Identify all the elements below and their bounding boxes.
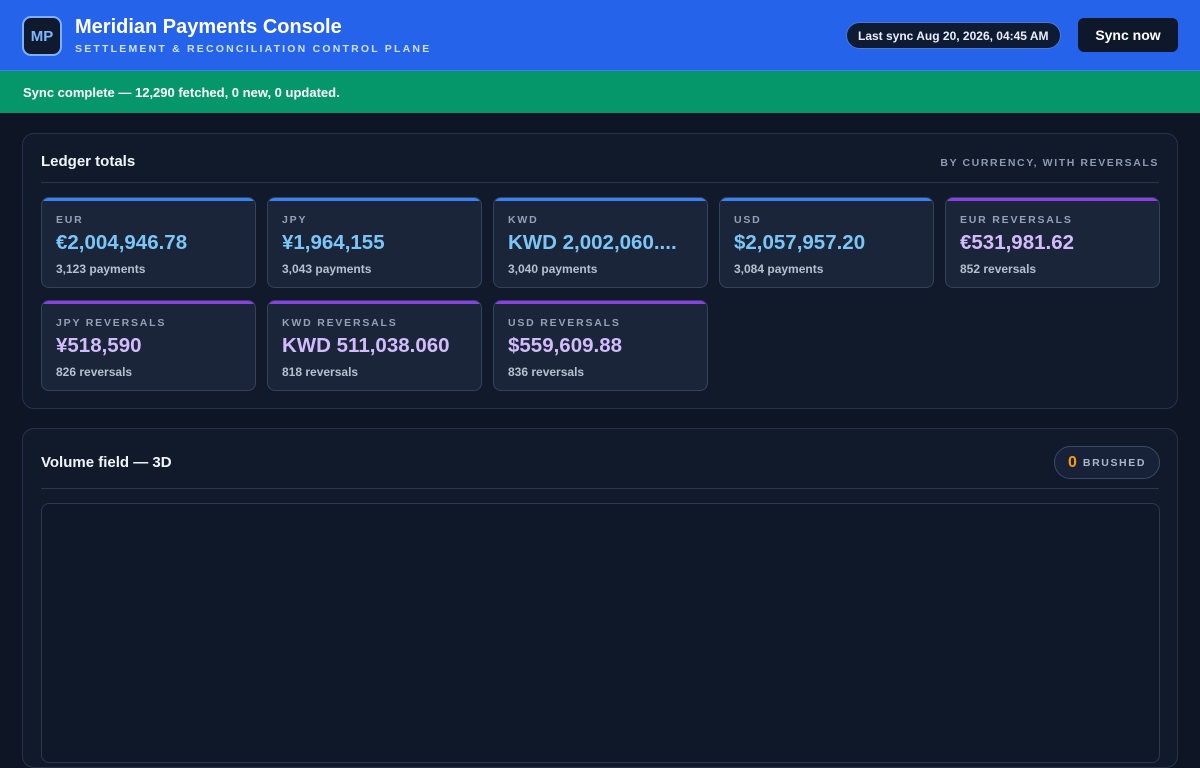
- card-label: KWD REVERSALS: [282, 317, 398, 329]
- card-accent-bar: [720, 198, 933, 201]
- ledger-totals-title: Ledger totals: [41, 153, 136, 170]
- app-header: MP Meridian Payments Console SETTLEMENT …: [0, 0, 1200, 71]
- ledger-card-usd: USD $2,057,957.20 3,084 payments: [719, 197, 934, 288]
- card-count: 3,043 payments: [282, 262, 372, 276]
- card-label: JPY: [282, 214, 308, 226]
- card-value: ¥1,964,155: [282, 231, 385, 254]
- app-logo: MP: [22, 16, 62, 56]
- card-label: EUR: [56, 214, 84, 226]
- card-count: 3,084 payments: [734, 262, 824, 276]
- ledger-card-jpy-reversals: JPY REVERSALS ¥518,590 826 reversals: [41, 300, 256, 391]
- card-count: 3,123 payments: [56, 262, 146, 276]
- card-accent-bar: [494, 198, 707, 201]
- panel-divider: [41, 182, 1159, 183]
- ledger-totals-meta: BY CURRENCY, WITH REVERSALS: [940, 157, 1159, 169]
- card-value: $2,057,957.20: [734, 231, 866, 254]
- card-accent-bar: [42, 198, 255, 201]
- ledger-card-jpy: JPY ¥1,964,155 3,043 payments: [267, 197, 482, 288]
- card-count: 3,040 payments: [508, 262, 598, 276]
- card-label: EUR REVERSALS: [960, 214, 1073, 226]
- card-value: KWD 2,002,060....: [508, 231, 677, 254]
- sync-status-message: Sync complete — 12,290 fetched, 0 new, 0…: [23, 84, 340, 100]
- app-title: Meridian Payments Console: [75, 16, 342, 38]
- card-count: 836 reversals: [508, 365, 585, 379]
- volume-field-title: Volume field — 3D: [41, 454, 172, 471]
- panel-divider: [41, 488, 1159, 489]
- ledger-totals-panel: Ledger totals BY CURRENCY, WITH REVERSAL…: [22, 133, 1178, 409]
- ledger-card-eur-reversals: EUR REVERSALS €531,981.62 852 reversals: [945, 197, 1160, 288]
- volume-field-panel: Volume field — 3D 0 BRUSHED: [22, 428, 1178, 768]
- sync-now-button[interactable]: Sync now: [1078, 18, 1178, 52]
- brushed-count: 0: [1067, 453, 1077, 471]
- card-label: USD: [734, 214, 762, 226]
- volume-3d-viewport[interactable]: [41, 503, 1160, 763]
- card-accent-bar: [268, 301, 481, 304]
- brushed-count-badge[interactable]: 0 BRUSHED: [1054, 446, 1160, 479]
- ledger-card-kwd: KWD KWD 2,002,060.... 3,040 payments: [493, 197, 708, 288]
- card-accent-bar: [268, 198, 481, 201]
- ledger-card-usd-reversals: USD REVERSALS $559,609.88 836 reversals: [493, 300, 708, 391]
- card-value: KWD 511,038.060: [282, 334, 450, 357]
- last-sync-badge: Last sync Aug 20, 2026, 04:45 AM: [846, 22, 1061, 49]
- card-count: 826 reversals: [56, 365, 133, 379]
- card-accent-bar: [42, 301, 255, 304]
- card-value: ¥518,590: [56, 334, 142, 357]
- card-value: €2,004,946.78: [56, 231, 188, 254]
- ledger-card-eur: EUR €2,004,946.78 3,123 payments: [41, 197, 256, 288]
- card-value: $559,609.88: [508, 334, 623, 357]
- card-count: 852 reversals: [960, 262, 1037, 276]
- brushed-label: BRUSHED: [1082, 456, 1147, 469]
- app-subtitle: SETTLEMENT & RECONCILIATION CONTROL PLAN…: [75, 43, 432, 55]
- card-label: KWD: [508, 214, 539, 226]
- card-label: USD REVERSALS: [508, 317, 621, 329]
- card-value: €531,981.62: [960, 231, 1075, 254]
- sync-status-banner: Sync complete — 12,290 fetched, 0 new, 0…: [0, 71, 1200, 113]
- card-accent-bar: [494, 301, 707, 304]
- ledger-card-kwd-reversals: KWD REVERSALS KWD 511,038.060 818 revers…: [267, 300, 482, 391]
- card-count: 818 reversals: [282, 365, 359, 379]
- card-accent-bar: [946, 198, 1159, 201]
- card-label: JPY REVERSALS: [56, 317, 167, 329]
